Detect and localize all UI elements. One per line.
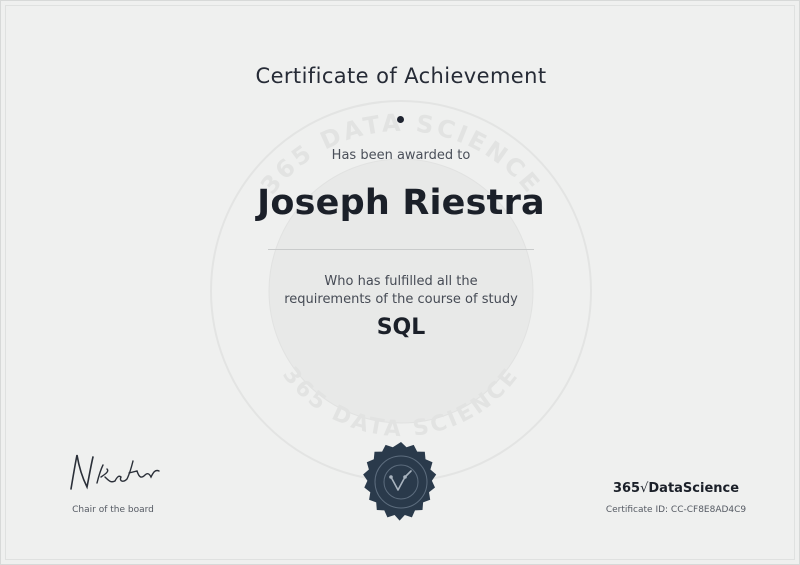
brand-name: DataScience	[648, 481, 740, 496]
awarded-text: Has been awarded to	[331, 148, 471, 163]
brand-logo: 365√DataScience	[601, 481, 751, 496]
recipient-name: Joseph Riestra	[257, 183, 545, 223]
brand-prefix: 365	[612, 481, 641, 496]
fulfilled-line-1: Who has fulfilled all the	[324, 274, 478, 289]
title-dot	[397, 116, 404, 123]
certificate-id: Certificate ID: CC-CF8E8AD4C9	[605, 505, 747, 515]
signature-role: Chair of the board	[72, 505, 154, 515]
name-divider	[268, 249, 534, 250]
fulfilled-line-2: requirements of the course of study	[284, 292, 518, 307]
course-name: SQL	[376, 315, 426, 340]
signature-image	[70, 454, 160, 490]
fulfilled-text: Who has fulfilled all the requirements o…	[1, 273, 800, 309]
certificate: 365 DATA SCIENCE 365 DATA SCIENCE Certif…	[0, 0, 800, 565]
certificate-title: Certificate of Achievement	[255, 64, 547, 88]
seal-emblem	[363, 442, 437, 521]
